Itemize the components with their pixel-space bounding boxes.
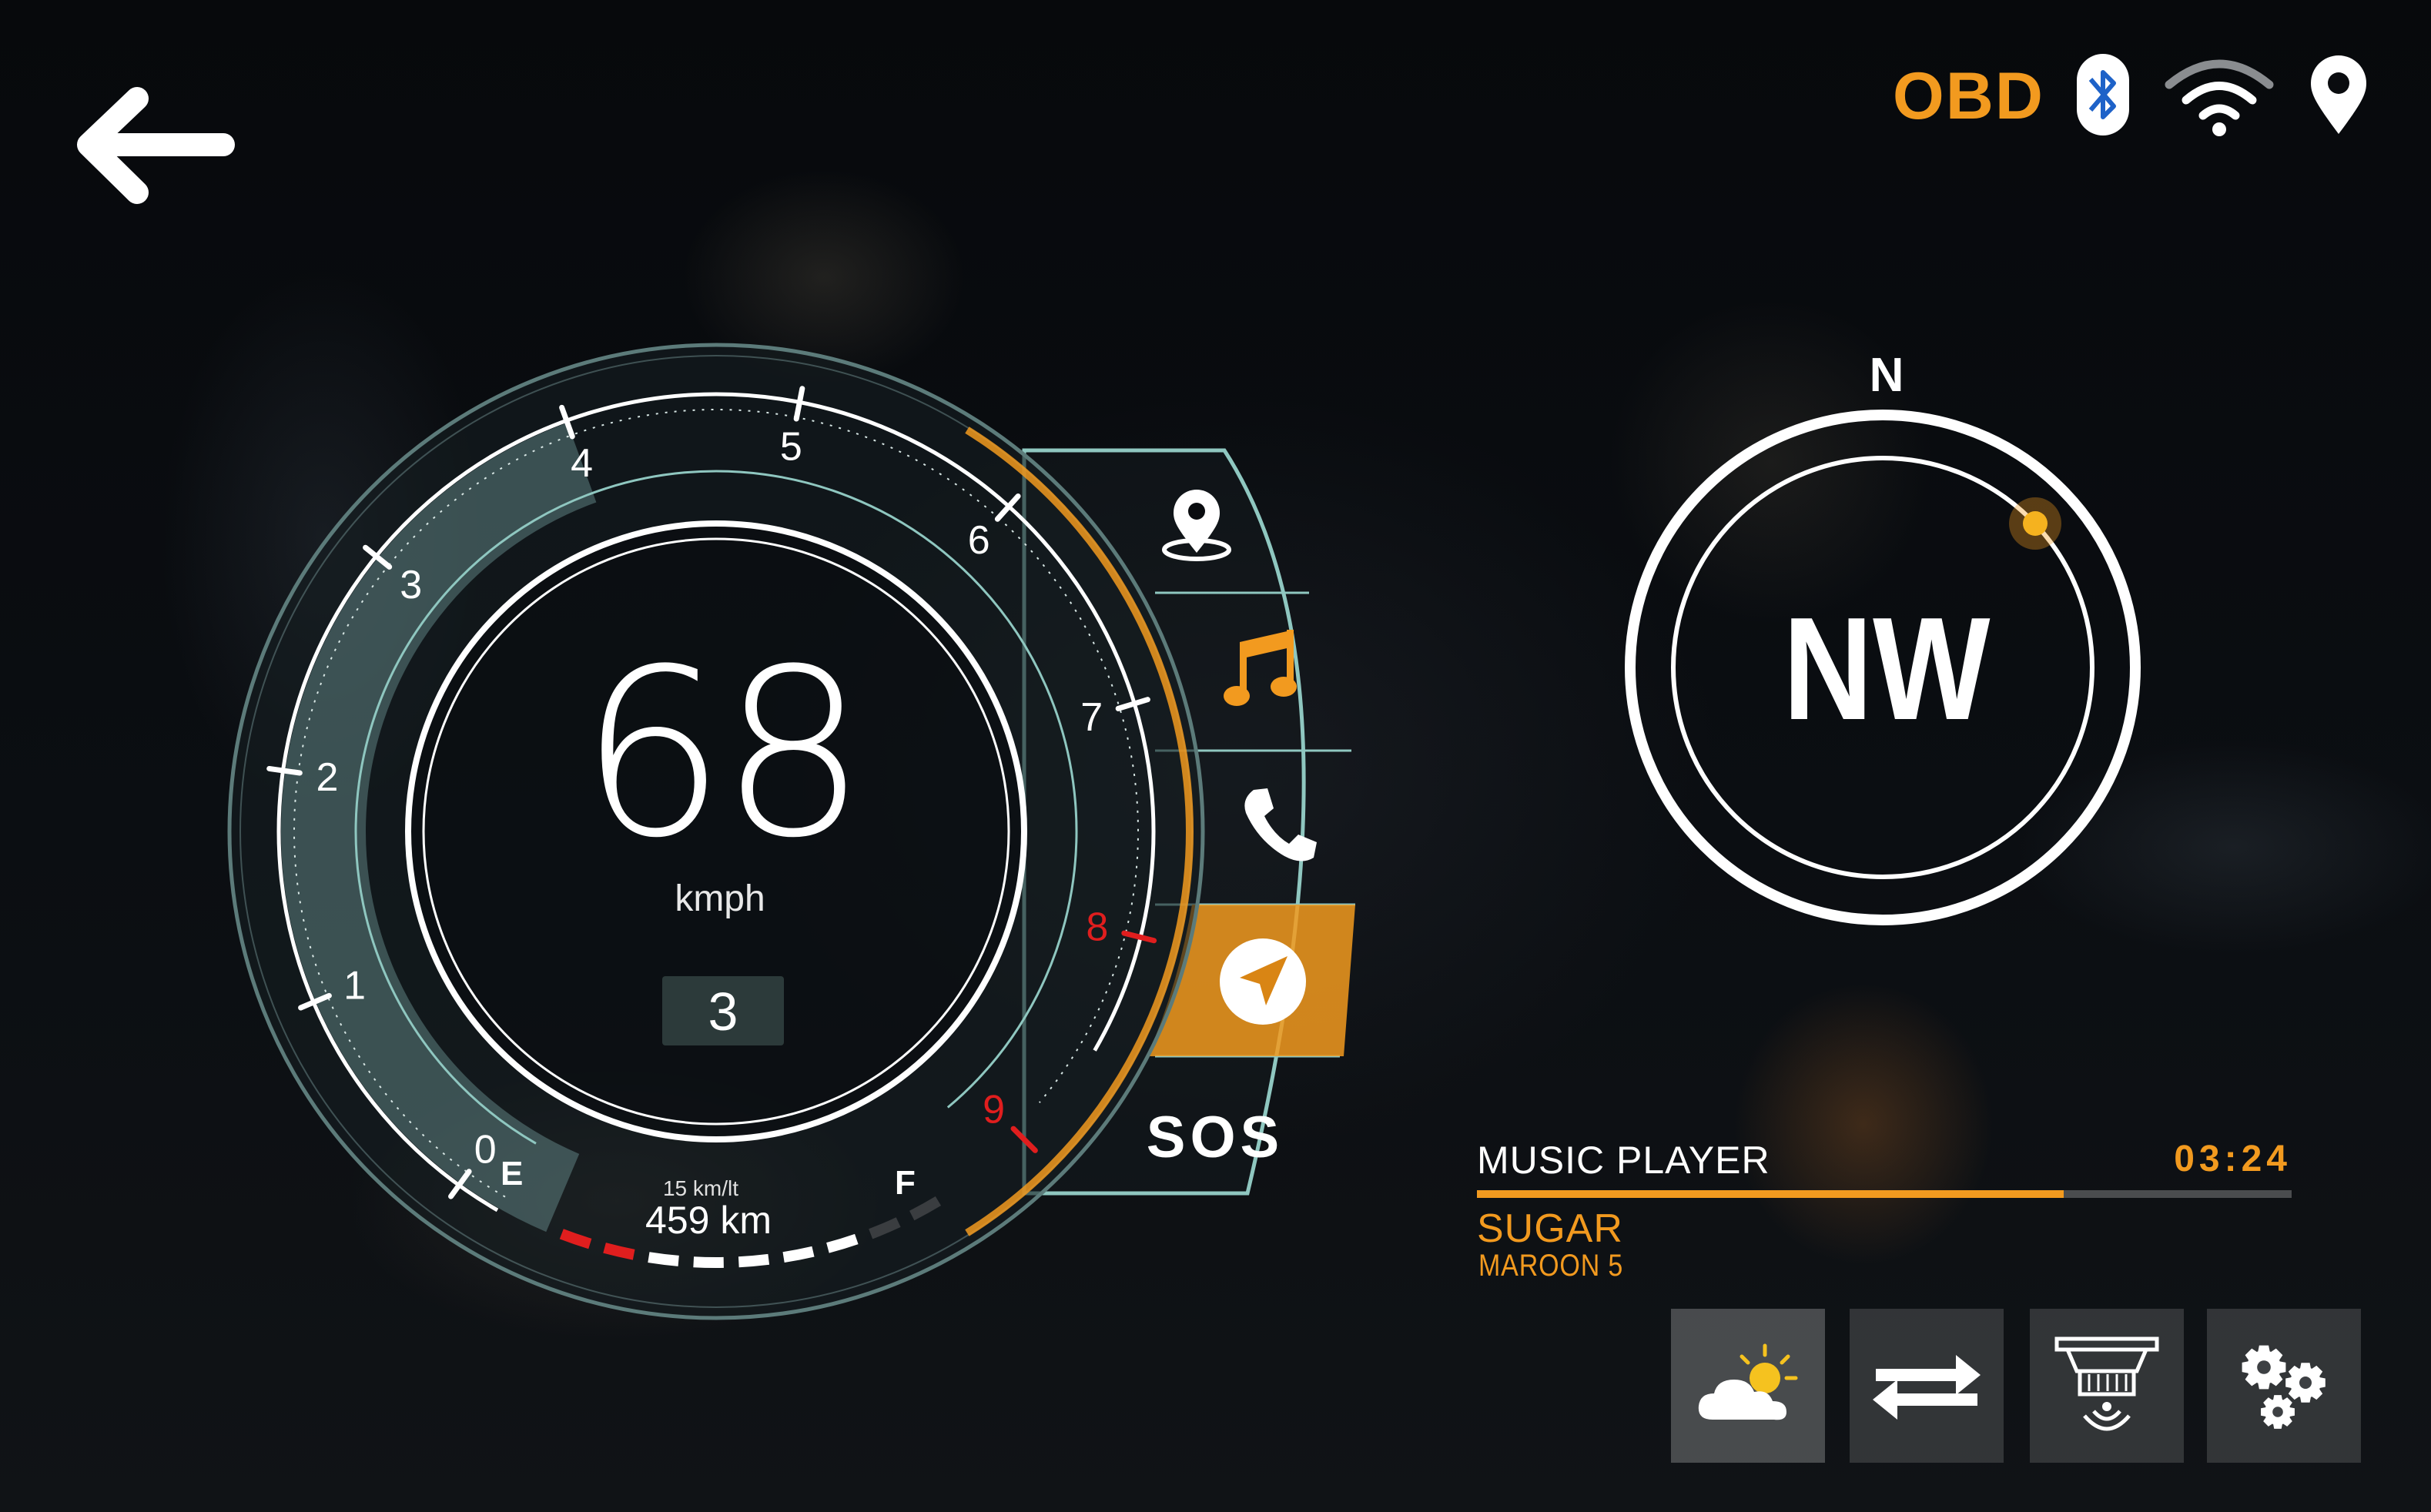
rpm-tick-label: 7 xyxy=(1080,695,1103,740)
map-pin-icon xyxy=(1162,490,1231,561)
gear-hole xyxy=(2299,1377,2312,1389)
transfer-button[interactable] xyxy=(1850,1309,2004,1463)
fuel-empty-label: E xyxy=(501,1155,524,1193)
fuel-gauge-segment xyxy=(693,1256,724,1268)
music-song-title: SUGAR xyxy=(1477,1206,1623,1251)
music-player-time: 03:24 xyxy=(2174,1139,2292,1179)
menu-item-map[interactable] xyxy=(1147,470,1271,577)
fuel-gauge-segment xyxy=(603,1243,635,1260)
transfer-arrows-icon xyxy=(1873,1355,1981,1420)
music-progress-fill xyxy=(1477,1190,2064,1198)
fuel-gauge-segment xyxy=(782,1246,815,1263)
speed-value: 68 xyxy=(579,620,867,888)
settings-button[interactable] xyxy=(2207,1309,2361,1463)
menu-item-music[interactable] xyxy=(1217,624,1309,716)
settings-gears-icon xyxy=(2242,1345,2326,1429)
phone-icon xyxy=(1244,788,1317,861)
music-artist: MAROON 5 xyxy=(1478,1249,1624,1283)
rpm-tick-label: 3 xyxy=(400,563,422,607)
gear-hole xyxy=(2257,1360,2271,1374)
rpm-tick-label: 5 xyxy=(780,424,802,469)
rpm-tick-label: 8 xyxy=(1086,905,1108,949)
rpm-tick-label: 4 xyxy=(571,441,593,486)
rpm-tick-label: 1 xyxy=(343,963,366,1008)
music-player-title: MUSIC PLAYER xyxy=(1477,1139,1770,1182)
weather-button[interactable] xyxy=(1671,1309,1825,1463)
compass-direction: NW xyxy=(1783,587,1991,751)
rpm-tick-label: 0 xyxy=(474,1128,497,1172)
menu-item-navigation[interactable] xyxy=(1217,932,1309,1032)
music-note-icon xyxy=(1224,630,1297,706)
music-progress-bar[interactable] xyxy=(1477,1190,2292,1198)
compass-north-label: N xyxy=(1869,349,1904,402)
smoke-detector-icon xyxy=(2054,1336,2159,1431)
rpm-tick-label: 2 xyxy=(316,755,339,800)
menu-item-phone[interactable] xyxy=(1232,778,1324,870)
compass-heading-dot xyxy=(2023,511,2048,536)
fuel-full-label: F xyxy=(895,1164,916,1202)
rpm-tick-label: 9 xyxy=(983,1088,1005,1132)
sos-button[interactable]: SOS xyxy=(1138,1104,1292,1171)
speed-unit: kmph xyxy=(675,878,765,919)
weather-cloud-sun-icon xyxy=(1698,1343,1798,1420)
rpm-tick-label: 6 xyxy=(968,518,990,563)
navigation-arrow-icon xyxy=(1220,938,1306,1025)
smoke-detector-button[interactable] xyxy=(2030,1309,2184,1463)
gear-indicator: 3 xyxy=(662,976,784,1045)
fuel-gauge-segment xyxy=(738,1253,770,1268)
gear-hole xyxy=(2272,1407,2283,1417)
fuel-range: 459 km xyxy=(645,1199,772,1242)
fuel-gauge-segment xyxy=(648,1252,679,1266)
